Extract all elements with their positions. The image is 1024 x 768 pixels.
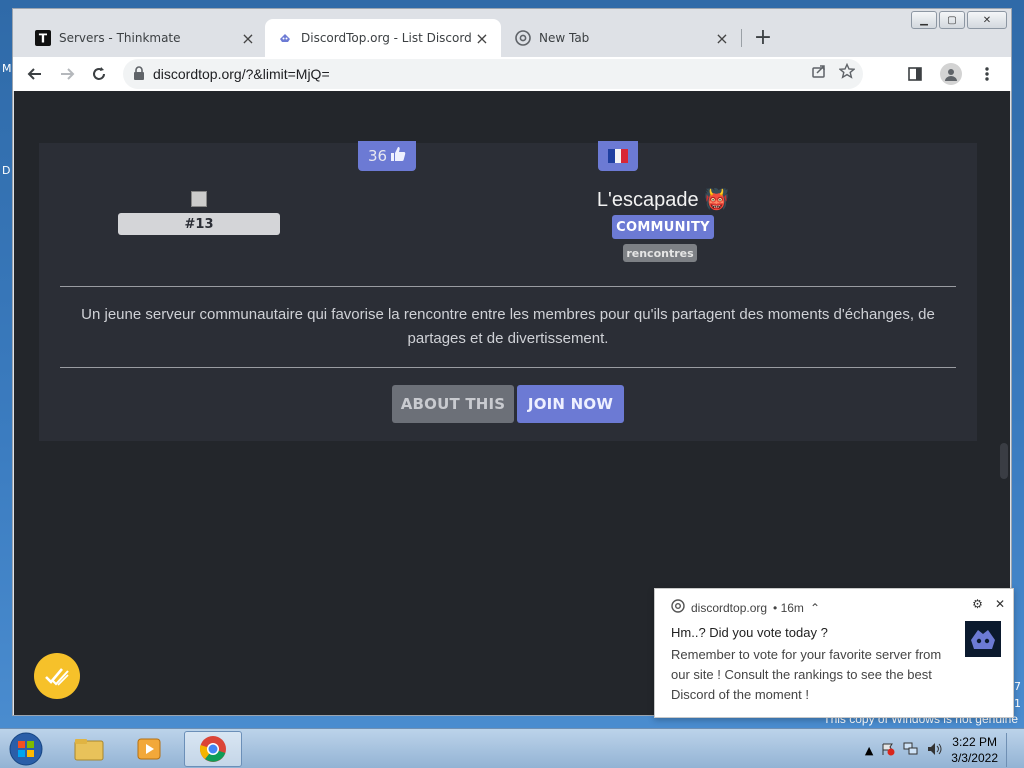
server-card: 36 #13 L'escapade 👹 COMMUNITY rencontres… (39, 141, 977, 441)
gear-icon[interactable]: ⚙ (972, 597, 983, 611)
network-icon[interactable] (903, 742, 919, 759)
new-tab-plus-icon[interactable]: + (751, 25, 775, 50)
show-desktop-button[interactable] (1006, 733, 1016, 767)
rank-block: #13 (118, 191, 280, 235)
avatar-icon (940, 63, 962, 85)
notification-body: Remember to vote for your favorite serve… (671, 647, 942, 702)
chrome-taskbar-icon[interactable] (184, 731, 242, 767)
about-this-button[interactable]: ABOUT THIS (392, 385, 514, 423)
window-controls: ▁ ▢ ✕ (911, 11, 1007, 29)
thinkmate-t-icon: T (35, 30, 51, 46)
profile-avatar[interactable] (937, 60, 965, 88)
close-window-icon[interactable]: ✕ (967, 11, 1007, 29)
tag-badge[interactable]: rencontres (623, 244, 697, 262)
server-logo-image (191, 191, 207, 207)
category-badge[interactable]: COMMUNITY (612, 215, 714, 239)
discordtop-logo-icon (965, 621, 1001, 657)
tab-thinkmate[interactable]: T Servers - Thinkmate × (23, 19, 267, 57)
divider (60, 286, 956, 287)
volume-icon[interactable] (927, 742, 943, 759)
side-panel-icon[interactable] (901, 60, 929, 88)
close-tab-icon[interactable]: × (713, 29, 731, 48)
notification-source: discordtop.org (691, 600, 768, 615)
join-now-button[interactable]: JOIN NOW (517, 385, 624, 423)
thumbs-up-icon (390, 146, 406, 166)
notification-time: • 16m (773, 600, 804, 615)
desktop-icon-label: 1 (1014, 697, 1021, 710)
rank-badge: #13 (118, 213, 280, 235)
media-player-taskbar-icon[interactable] (120, 731, 178, 767)
clock-date: 3/3/2022 (951, 751, 998, 765)
back-arrow-icon[interactable] (21, 60, 49, 88)
notification-title: Hm..? Did you vote today ? (671, 625, 828, 640)
explorer-taskbar-icon[interactable] (60, 731, 118, 767)
forward-arrow-icon[interactable] (53, 60, 81, 88)
lock-icon[interactable] (133, 65, 145, 84)
toolbar-right (901, 60, 1001, 88)
browser-toolbar: discordtop.org/?&limit=MjQ= (13, 57, 1011, 91)
vote-count-badge[interactable]: 36 (358, 141, 416, 171)
vote-count: 36 (367, 147, 388, 165)
checklist-fab-icon[interactable] (34, 653, 80, 699)
tab-title: New Tab (539, 31, 590, 45)
system-tray: ▲ 3:22 PM 3/3/2022 (865, 733, 1016, 767)
taskbar: ▲ 3:22 PM 3/3/2022 (0, 728, 1024, 768)
tab-strip: T Servers - Thinkmate × DiscordTop.org -… (13, 9, 1011, 57)
reload-icon[interactable] (85, 60, 113, 88)
maximize-icon[interactable]: ▢ (939, 11, 965, 29)
tab-title: Servers - Thinkmate (59, 31, 181, 45)
tab-title: DiscordTop.org - List Discord ser (301, 31, 473, 45)
server-name-text: L'escapade (596, 189, 699, 211)
more-menu-icon[interactable] (973, 60, 1001, 88)
minimize-icon[interactable]: ▁ (911, 11, 937, 29)
close-icon[interactable]: ✕ (995, 597, 1005, 611)
action-center-flag-icon[interactable] (881, 742, 895, 759)
tab-discordtop[interactable]: DiscordTop.org - List Discord ser × (265, 19, 501, 57)
scrollbar-thumb[interactable] (1000, 443, 1008, 479)
server-name[interactable]: L'escapade 👹 (498, 187, 828, 212)
desktop-icon-label: M (2, 62, 12, 75)
taskbar-clock[interactable]: 3:22 PM 3/3/2022 (951, 734, 998, 766)
start-button[interactable] (6, 731, 46, 767)
desktop-icon-label: 7 (1014, 680, 1021, 693)
desktop-icon-label: D (2, 164, 11, 177)
show-hidden-icons-icon[interactable]: ▲ (865, 744, 873, 757)
chrome-icon (515, 30, 531, 46)
discordtop-icon (277, 30, 293, 46)
ogre-emoji-icon: 👹 (704, 189, 730, 211)
chrome-icon (671, 599, 685, 616)
notification-controls: ⚙ ✕ (972, 597, 1005, 611)
france-flag-icon (598, 141, 638, 171)
chrome-notification[interactable]: discordtop.org • 16m ⌃ ⚙ ✕ Hm..? Did you… (654, 588, 1014, 718)
share-icon[interactable] (811, 63, 827, 83)
address-bar[interactable]: discordtop.org/?&limit=MjQ= (123, 59, 863, 89)
bookmark-star-icon[interactable] (838, 62, 856, 83)
divider (60, 367, 956, 368)
svg-text:T: T (39, 32, 48, 46)
server-description: Un jeune serveur communautaire qui favor… (81, 306, 935, 347)
chevron-up-icon[interactable]: ⌃ (810, 601, 820, 615)
close-tab-icon[interactable]: × (473, 29, 491, 48)
tab-new-tab[interactable]: New Tab × (503, 19, 741, 57)
tab-separator (741, 29, 742, 47)
clock-time: 3:22 PM (952, 735, 997, 749)
close-tab-icon[interactable]: × (239, 29, 257, 48)
url-text[interactable]: discordtop.org/?&limit=MjQ= (153, 66, 330, 82)
notification-header: discordtop.org • 16m ⌃ (671, 599, 820, 616)
